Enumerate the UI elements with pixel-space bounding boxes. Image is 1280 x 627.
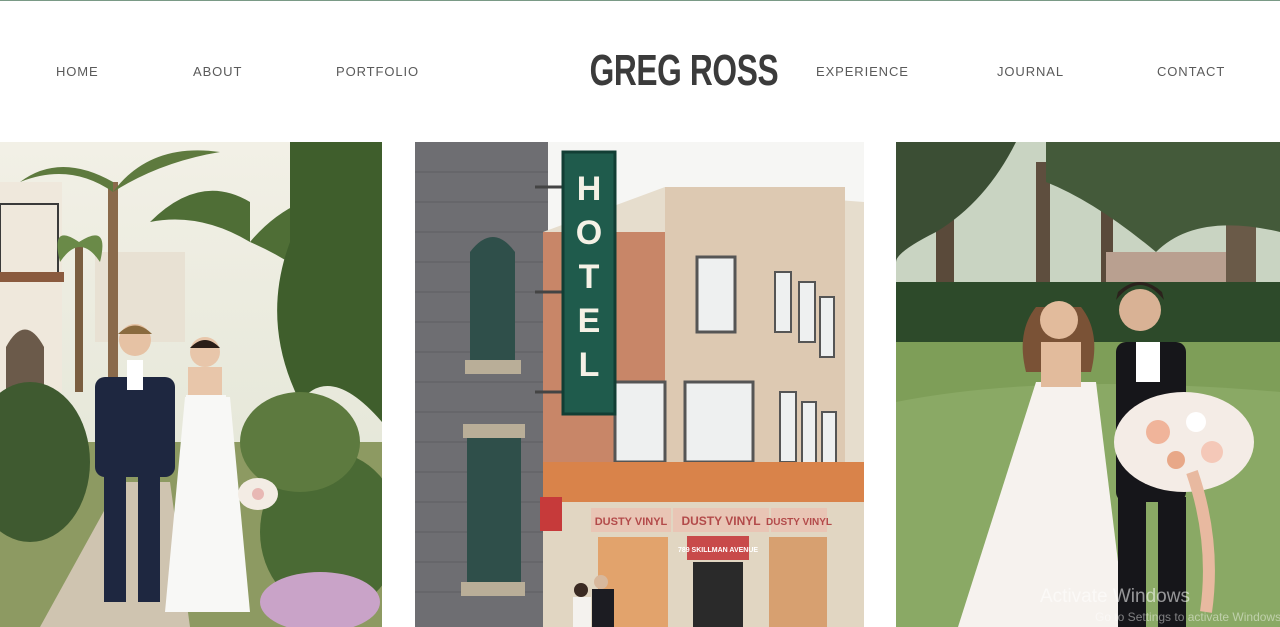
- os-activation-watermark: Activate Windows: [1040, 586, 1190, 607]
- nav-journal[interactable]: JOURNAL: [997, 64, 1064, 79]
- hotel-building-image: H O T E L DUSTY VINYL DUSTY VINYL DUSTY …: [415, 142, 864, 627]
- gallery-photo-hotel-building[interactable]: H O T E L DUSTY VINYL DUSTY VINYL DUSTY …: [415, 142, 864, 627]
- gallery-photo-garden-couple[interactable]: [0, 142, 382, 627]
- hotel-sign-letter-l: L: [579, 346, 600, 384]
- storefront-sign-2: DUSTY VINYL: [681, 514, 760, 528]
- door-address-sign: 789 SKILLMAN AVENUE: [678, 547, 758, 554]
- nav-home[interactable]: HOME: [56, 64, 99, 79]
- hotel-sign-letter-o: O: [576, 214, 602, 252]
- nav-experience[interactable]: EXPERIENCE: [816, 64, 909, 79]
- nav-contact[interactable]: CONTACT: [1157, 64, 1225, 79]
- hotel-sign-letter-t: T: [579, 258, 600, 296]
- storefront-sign-1: DUSTY VINYL: [595, 516, 668, 528]
- gallery-photo-field-couple[interactable]: [896, 142, 1280, 627]
- storefront-sign-3: DUSTY VINYL: [766, 517, 832, 528]
- nav-about[interactable]: ABOUT: [193, 64, 242, 79]
- os-activation-watermark-subtext: Go to Settings to activate Windows.: [1095, 610, 1280, 624]
- hotel-sign-letter-h: H: [577, 170, 602, 208]
- field-couple-image: [896, 142, 1280, 627]
- site-logo[interactable]: GREG ROSS: [590, 43, 779, 99]
- nav-portfolio[interactable]: PORTFOLIO: [336, 64, 419, 79]
- garden-couple-image: [0, 142, 382, 627]
- site-header: HOME ABOUT PORTFOLIO GREG ROSS EXPERIENC…: [0, 0, 1280, 142]
- hotel-sign-letter-e: E: [578, 302, 601, 340]
